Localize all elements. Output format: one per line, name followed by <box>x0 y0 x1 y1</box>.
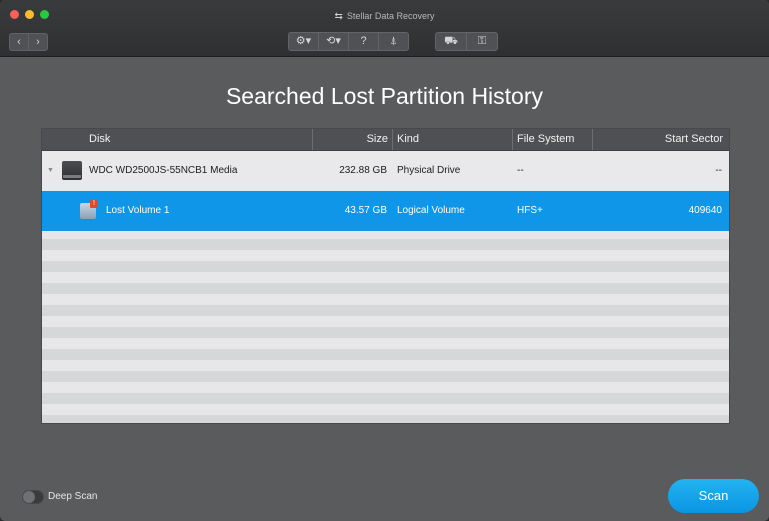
activate-button[interactable]: ⚿ <box>466 32 498 51</box>
size-cell: 232.88 GB <box>339 165 387 176</box>
buy-button[interactable]: ⛟ <box>435 32 466 51</box>
toolbar-secondary-group: ⛟ ⚿ <box>435 32 498 51</box>
start-sector-cell: 409640 <box>688 205 722 216</box>
kind-cell: Physical Drive <box>397 165 461 176</box>
toolbar-main-group: ⚙▾ ⟲▾ ? ⍋ <box>288 32 409 51</box>
column-header-size[interactable]: Size <box>312 129 392 150</box>
stellar-logo-icon: ⇆ <box>334 11 343 22</box>
back-button[interactable]: ‹ <box>9 33 29 51</box>
history-icon: ⟲▾ <box>326 35 341 47</box>
column-header-file-system[interactable]: File System <box>512 129 592 150</box>
help-icon: ? <box>360 35 367 47</box>
window-title: ⇆ Stellar Data Recovery <box>0 11 769 22</box>
lost-volume-icon <box>80 200 98 219</box>
deep-scan-toggle[interactable] <box>22 490 44 504</box>
window-title-text: Stellar Data Recovery <box>346 11 435 21</box>
size-cell: 43.57 GB <box>344 205 387 216</box>
column-header-kind[interactable]: Kind <box>392 129 512 150</box>
column-header-start-sector[interactable]: Start Sector <box>592 129 729 150</box>
page-title: Searched Lost Partition History <box>225 83 544 109</box>
file-system-cell: -- <box>517 165 524 176</box>
table-row-selected[interactable]: Lost Volume 1 43.57 GB Logical Volume HF… <box>42 191 729 231</box>
drive-monitor-icon: ⍋ <box>390 35 397 47</box>
file-system-cell: HFS+ <box>517 205 543 216</box>
scan-button[interactable]: Scan <box>668 479 759 513</box>
app-window: ⇆ Stellar Data Recovery ‹ › ⚙▾ ⟲▾ ? ⍋ ⛟ ⚿… <box>0 0 769 521</box>
start-sector-cell: -- <box>715 165 722 176</box>
drive-monitor-button[interactable]: ⍋ <box>378 32 409 51</box>
hard-drive-icon <box>62 161 82 180</box>
gear-icon: ⚙▾ <box>295 35 312 47</box>
history-button[interactable]: ⟲▾ <box>318 32 348 51</box>
disclosure-triangle-icon[interactable]: ▼ <box>47 151 54 191</box>
table-header: Disk Size Kind File System Start Sector <box>42 129 729 151</box>
key-icon: ⚿ <box>477 35 487 47</box>
disk-name: WDC WD2500JS-55NCB1 Media <box>89 165 238 176</box>
chevron-right-icon: › <box>36 36 40 48</box>
kind-cell: Logical Volume <box>397 205 465 216</box>
title-bar: ⇆ Stellar Data Recovery ‹ › ⚙▾ ⟲▾ ? ⍋ ⛟ ⚿ <box>0 0 769 57</box>
help-button[interactable]: ? <box>348 32 378 51</box>
deep-scan-label: Deep Scan <box>48 491 98 502</box>
forward-button[interactable]: › <box>29 33 48 51</box>
volume-name: Lost Volume 1 <box>106 205 170 216</box>
settings-button[interactable]: ⚙▾ <box>288 32 318 51</box>
table-row[interactable]: ▼ WDC WD2500JS-55NCB1 Media 232.88 GB Ph… <box>42 151 729 191</box>
cart-icon: ⛟ <box>444 35 458 47</box>
partition-history-table: Disk Size Kind File System Start Sector … <box>41 128 730 424</box>
navigation-buttons: ‹ › <box>9 33 48 51</box>
chevron-left-icon: ‹ <box>17 36 21 48</box>
column-header-disk[interactable]: Disk <box>42 129 312 150</box>
